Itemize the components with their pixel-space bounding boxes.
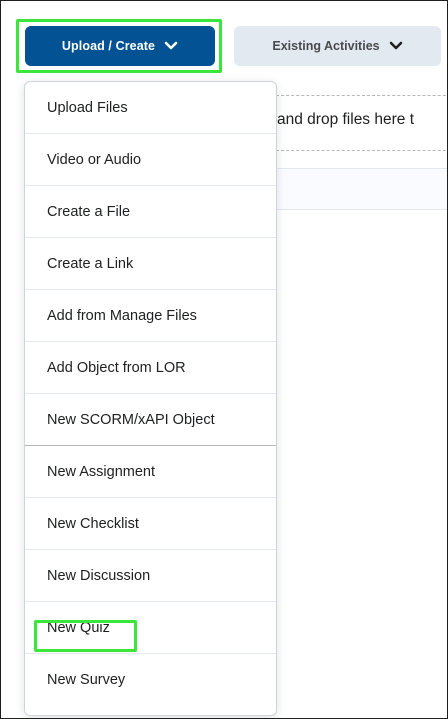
menu-item-label: New SCORM/xAPI Object — [47, 411, 215, 428]
menu-item-label: New Checklist — [47, 515, 139, 532]
existing-activities-button[interactable]: Existing Activities — [234, 26, 441, 66]
menu-item-new-survey[interactable]: New Survey — [25, 654, 276, 706]
menu-item-label: New Discussion — [47, 567, 151, 584]
menu-item-add-object-from-lor[interactable]: Add Object from LOR — [25, 342, 276, 394]
existing-activities-label: Existing Activities — [272, 39, 380, 53]
page-frame: and drop files here t Upload / Create Ex… — [0, 0, 448, 719]
upload-create-label: Upload / Create — [61, 39, 156, 53]
menu-item-new-discussion[interactable]: New Discussion — [25, 550, 276, 602]
menu-item-create-a-link[interactable]: Create a Link — [25, 238, 276, 290]
menu-item-new-checklist[interactable]: New Checklist — [25, 498, 276, 550]
menu-item-label: New Survey — [47, 672, 126, 688]
upload-create-button[interactable]: Upload / Create — [25, 26, 215, 66]
menu-item-add-from-manage-files[interactable]: Add from Manage Files — [25, 290, 276, 342]
new-quiz-highlight — [34, 620, 137, 652]
menu-item-label: Create a Link — [47, 255, 134, 272]
menu-item-label: Add Object from LOR — [47, 359, 186, 376]
menu-item-upload-files[interactable]: Upload Files — [25, 82, 276, 134]
chevron-down-icon — [164, 41, 178, 50]
menu-item-label: Add from Manage Files — [47, 307, 197, 324]
menu-item-video-or-audio[interactable]: Video or Audio — [25, 134, 276, 186]
dropzone-text: and drop files here t — [277, 111, 415, 128]
menu-item-label: Video or Audio — [47, 151, 142, 168]
content-row — [271, 168, 447, 210]
menu-item-new-scorm-xapi-object[interactable]: New SCORM/xAPI Object — [25, 394, 276, 446]
menu-item-label: New Assignment — [47, 463, 155, 480]
menu-item-new-assignment[interactable]: New Assignment — [25, 446, 276, 498]
menu-item-label: Create a File — [47, 203, 131, 220]
menu-item-create-a-file[interactable]: Create a File — [25, 186, 276, 238]
menu-item-label: Upload Files — [47, 99, 128, 116]
chevron-down-icon — [389, 41, 402, 50]
